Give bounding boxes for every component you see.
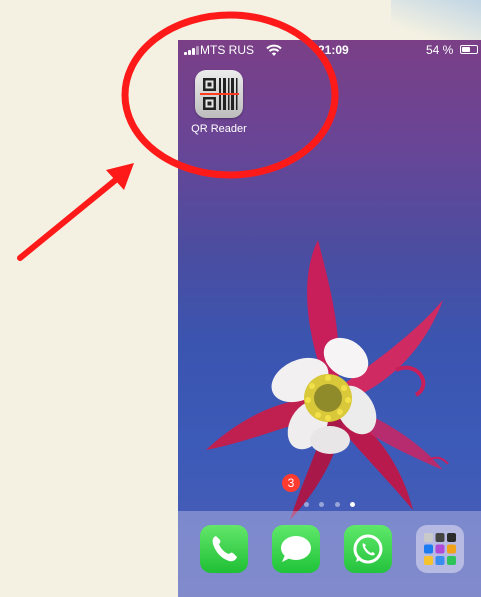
speech-bubble-icon [281, 536, 311, 562]
dock-app-folder[interactable] [416, 525, 464, 573]
battery-percentage: 54 % [426, 43, 454, 57]
notification-badge: 3 [282, 474, 300, 492]
battery-icon [460, 45, 478, 54]
dock-app-whatsapp[interactable] [344, 525, 392, 573]
page-dot-active [350, 502, 356, 507]
signal-bars-icon [184, 46, 200, 55]
page-dot [303, 502, 309, 507]
whatsapp-icon [353, 534, 383, 564]
dock [178, 511, 481, 597]
app-folder-icon [424, 533, 456, 565]
highlight-arrow [17, 175, 121, 261]
phone-screen: MTS RUS 21:09 54 % QR Reader [178, 40, 481, 597]
app-label-qr-reader: QR Reader [191, 123, 247, 135]
dock-app-phone[interactable] [200, 525, 248, 573]
page-indicator[interactable] [178, 494, 481, 512]
carrier-name: MTS RUS [200, 43, 254, 57]
page-dot [334, 502, 340, 507]
qr-barcode-icon [195, 70, 243, 118]
flower-wallpaper [206, 240, 449, 520]
arrow-head-icon [106, 163, 134, 190]
phone-icon [212, 536, 237, 562]
dock-app-messages[interactable] [272, 525, 320, 573]
wifi-icon [266, 43, 282, 56]
status-time: 21:09 [318, 43, 349, 57]
status-bar: MTS RUS 21:09 54 % [178, 40, 481, 60]
page-dot [319, 502, 325, 507]
app-qr-reader[interactable]: QR Reader [190, 70, 248, 135]
